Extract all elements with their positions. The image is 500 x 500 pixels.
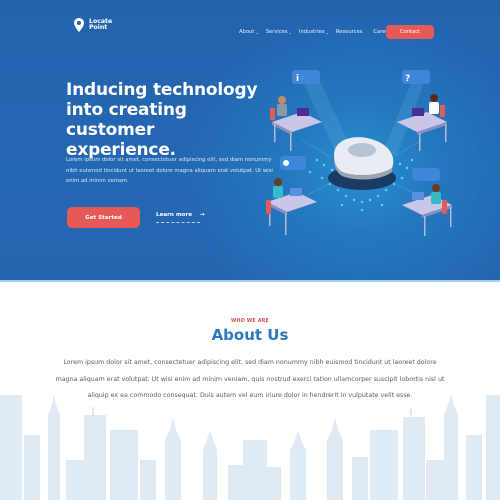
nav-item-label: Services [265, 29, 288, 35]
agent-desk-bottom-left [266, 156, 317, 235]
svg-text:?: ? [405, 74, 410, 84]
chevron-down-icon: ⌄ [325, 29, 329, 35]
hero-title: Inducing technology into creating custom… [66, 80, 258, 160]
nav-item-services[interactable]: Services ⌄ [266, 29, 292, 35]
learn-more-label: Learn more [156, 212, 193, 218]
about-title: About Us [211, 326, 289, 344]
nav-item-label: Resources [335, 29, 363, 35]
agent-desk-bottom-right [402, 168, 452, 236]
nav-item-industries[interactable]: Industries ⌄ [299, 29, 329, 35]
contact-button[interactable]: Contact [386, 25, 434, 39]
city-skyline [0, 395, 500, 500]
nav-item-label: Industries [298, 29, 325, 35]
arrow-right-icon: → [200, 212, 205, 218]
about-eyebrow: WHO WE ARE [231, 319, 269, 324]
chevron-down-icon: ⌄ [288, 29, 292, 35]
nav-item-about[interactable]: About ⌄ [239, 29, 259, 35]
landing-page: Locate Point About ⌄ Services ⌄ Industri… [0, 0, 500, 500]
brand-logo[interactable]: Locate Point [74, 18, 112, 32]
chevron-down-icon: ⌄ [255, 29, 259, 35]
nav-item-resources[interactable]: Resources [336, 29, 363, 35]
hero-illustration: i ? [266, 70, 452, 236]
learn-more-link[interactable]: Learn more → [156, 212, 205, 223]
brand-name-line2: Point [89, 24, 108, 31]
hero-divider [0, 280, 500, 282]
nav-item-label: About [239, 29, 255, 35]
main-nav: About ⌄ Services ⌄ Industries ⌄ Resource… [239, 29, 400, 35]
pin-hole [348, 143, 376, 157]
link-underline [156, 222, 200, 223]
hero-section: Locate Point About ⌄ Services ⌄ Industri… [0, 0, 500, 281]
about-text: Lorem ipsum dolor sit amet, consectetuer… [55, 359, 445, 399]
brand-name: Locate Point [89, 18, 112, 32]
svg-text:i: i [296, 74, 299, 84]
get-started-button[interactable]: Get Started [67, 207, 140, 228]
agent-desk-top-left: i [270, 70, 322, 151]
map-pin-icon [74, 18, 84, 32]
hero-description: Lorem ipsum dolor sit amet, consectetuer… [66, 157, 273, 184]
